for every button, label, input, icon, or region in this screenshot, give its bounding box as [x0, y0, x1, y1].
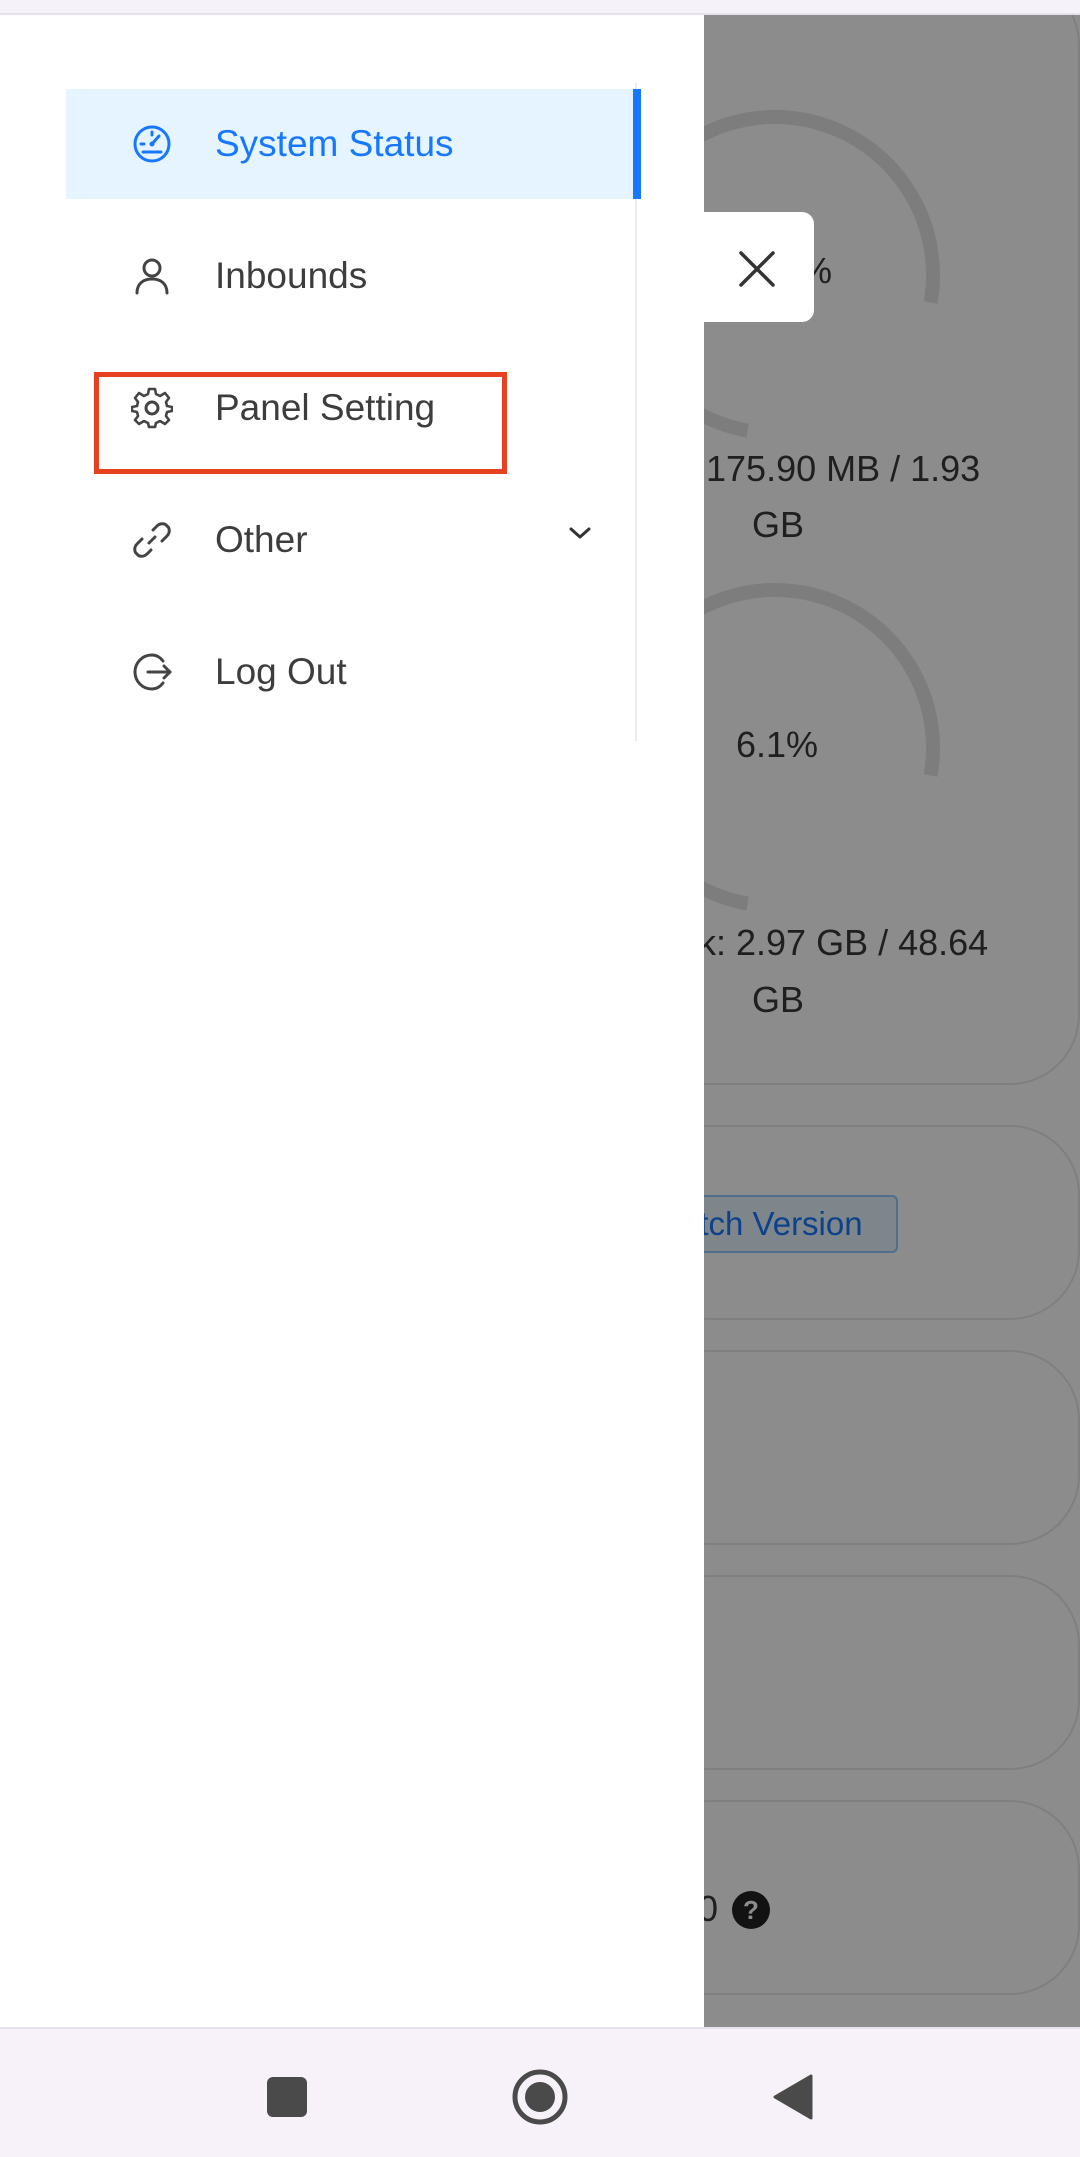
menu-item-label: System Status [215, 123, 454, 164]
close-drawer-button[interactable] [700, 212, 814, 322]
menu-item-log-out[interactable]: Log Out [66, 617, 638, 727]
user-icon [130, 254, 174, 298]
back-triangle-icon [773, 2074, 813, 2120]
recents-button[interactable] [247, 2057, 327, 2137]
chevron-down-icon [569, 527, 591, 539]
close-icon [739, 251, 775, 287]
menu-item-label: Log Out [215, 651, 347, 692]
home-button[interactable] [500, 2057, 580, 2137]
menu-item-inbounds[interactable]: Inbounds [66, 221, 638, 331]
menu-item-label: Inbounds [215, 255, 368, 296]
back-button[interactable] [752, 2057, 832, 2137]
side-drawer: System Status Inbounds Panel Setting Oth… [0, 15, 704, 2027]
screen: % 175.90 MB / 1.93 GB 6.1% k: 2.97 GB / … [0, 0, 1080, 2157]
dashboard-icon [130, 122, 174, 166]
square-icon [267, 2077, 307, 2117]
menu-item-label: Other [215, 519, 308, 560]
navigation-bar [0, 2027, 1080, 2157]
home-circle-icon [512, 2069, 568, 2125]
menu-item-system-status[interactable]: System Status [66, 89, 641, 199]
status-bar [0, 0, 1080, 15]
logout-icon [130, 650, 174, 694]
menu-item-other[interactable]: Other [66, 485, 638, 595]
highlight-box [94, 372, 507, 474]
link-icon [130, 518, 174, 562]
